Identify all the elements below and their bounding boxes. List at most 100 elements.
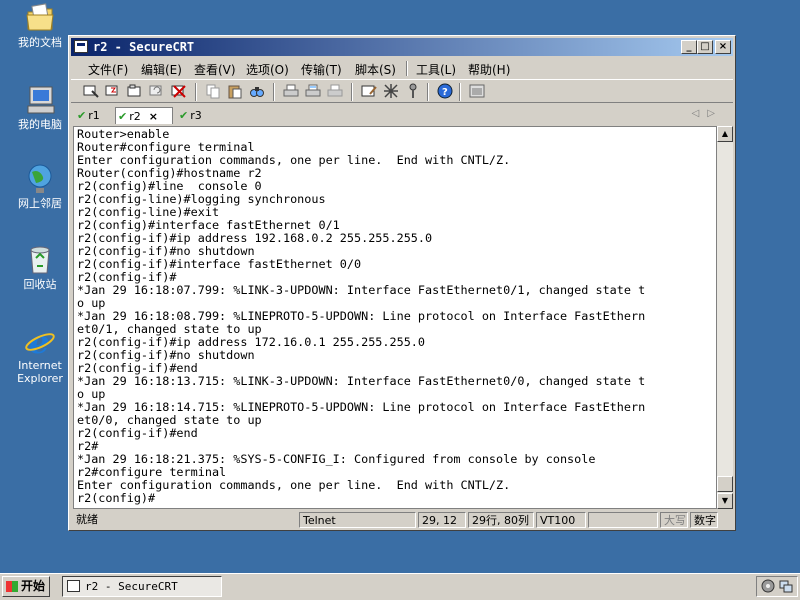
taskbar: 开始 r2 - SecureCRT bbox=[0, 573, 800, 600]
menu-help[interactable]: 帮助(H) bbox=[468, 61, 510, 78]
terminal-line: r2# bbox=[77, 439, 99, 453]
print-icon[interactable] bbox=[283, 83, 299, 99]
quick-connect-icon[interactable] bbox=[105, 83, 121, 99]
menu-script[interactable]: 脚本(S) bbox=[355, 61, 396, 78]
toolbar: ? bbox=[71, 79, 733, 103]
desktop-icon-label: 我的文档 bbox=[18, 36, 62, 49]
terminal-line: r2(config)#line console 0 bbox=[77, 179, 262, 193]
minimize-button[interactable]: _ bbox=[681, 40, 697, 54]
desktop-icon-recycle-bin[interactable]: 回收站 bbox=[10, 244, 70, 291]
status-blank bbox=[588, 512, 658, 528]
terminal-line: *Jan 29 16:18:07.799: %LINK-3-UPDOWN: In… bbox=[77, 283, 646, 297]
tab-scroll-arrows-icon[interactable]: ◁▷ bbox=[692, 108, 723, 119]
terminal-line: r2(config)#interface fastEthernet 0/1 bbox=[77, 218, 340, 232]
print-setup-icon[interactable] bbox=[327, 83, 343, 99]
terminal-line: r2(config-if)#interface fastEthernet 0/0 bbox=[77, 257, 362, 271]
svg-text:?: ? bbox=[442, 87, 448, 98]
window-title: r2 - SecureCRT bbox=[93, 40, 195, 54]
volume-icon[interactable] bbox=[761, 579, 775, 596]
scroll-up-icon[interactable]: ▲ bbox=[717, 126, 733, 142]
scrollbar-thumb[interactable] bbox=[717, 476, 733, 492]
tab-r3[interactable]: ✔ r3 bbox=[179, 107, 215, 124]
system-tray bbox=[756, 576, 798, 597]
toolbar-separator bbox=[459, 83, 461, 101]
tab-r2[interactable]: ✔ r2 × bbox=[115, 107, 173, 124]
terminal-line: r2(config)# bbox=[77, 491, 156, 505]
start-label: 开始 bbox=[21, 579, 46, 593]
desktop-icon-internet-explorer[interactable]: e Internet Explorer bbox=[10, 323, 70, 385]
toolbar-separator bbox=[273, 83, 275, 101]
status-num-lock: 数字 bbox=[690, 512, 718, 528]
desktop-icon-label: 回收站 bbox=[23, 278, 57, 291]
copy-icon[interactable] bbox=[205, 83, 221, 99]
desktop-icon-my-computer[interactable]: 我的电脑 bbox=[10, 84, 70, 131]
menu-options[interactable]: 选项(O) bbox=[246, 61, 289, 78]
terminal-line: o up bbox=[77, 387, 106, 401]
terminal-line: r2(config-if)#ip address 172.16.0.1 255.… bbox=[77, 335, 426, 349]
menu-view[interactable]: 查看(V) bbox=[194, 61, 236, 78]
terminal-line: r2(config-if)#ip address 192.168.0.2 255… bbox=[77, 231, 433, 245]
taskbar-button-label: r2 - SecureCRT bbox=[85, 580, 178, 593]
status-caps-lock: 大写 bbox=[660, 512, 688, 528]
desktop-icon-label: 网上邻居 bbox=[18, 197, 62, 210]
session-options-icon[interactable] bbox=[361, 83, 377, 99]
windows-flag-icon bbox=[6, 581, 18, 592]
find-icon[interactable] bbox=[249, 83, 265, 99]
desktop-icon-my-documents[interactable]: 我的文档 bbox=[10, 2, 70, 49]
terminal-line: r2(config-if)#no shutdown bbox=[77, 244, 255, 258]
global-options-icon[interactable] bbox=[383, 83, 399, 99]
terminal-line: r2(config-if)#no shutdown bbox=[77, 348, 255, 362]
terminal-line: et0/1, changed state to up bbox=[77, 322, 262, 336]
desktop-icon-network-places[interactable]: 网上邻居 bbox=[10, 163, 70, 210]
terminal-line: r2(config-line)#logging synchronous bbox=[77, 192, 326, 206]
terminal-line: r2(config-if)#end bbox=[77, 426, 198, 440]
status-emulation: VT100 bbox=[536, 512, 586, 528]
start-button[interactable]: 开始 bbox=[2, 576, 50, 597]
status-bar: 就绪 Telnet 29, 12 29行, 80列 VT100 大写 数字 bbox=[71, 511, 733, 529]
menu-transfer[interactable]: 传输(T) bbox=[301, 61, 342, 78]
tab-close-icon[interactable]: × bbox=[149, 110, 158, 123]
terminal-line: *Jan 29 16:18:21.375: %SYS-5-CONFIG_I: C… bbox=[77, 452, 596, 466]
toolbar-separator bbox=[351, 83, 353, 101]
recycle-bin-icon bbox=[24, 244, 56, 276]
internet-explorer-icon: e bbox=[24, 323, 56, 361]
network-status-icon[interactable] bbox=[779, 579, 793, 596]
desktop-icon-label: 我的电脑 bbox=[18, 118, 62, 131]
terminal-scrollbar[interactable]: ▲ ▼ bbox=[717, 126, 733, 509]
help-icon[interactable]: ? bbox=[437, 83, 453, 99]
desktop-icon-label: Internet Explorer bbox=[17, 359, 63, 385]
tab-label: r3 bbox=[190, 109, 202, 122]
paste-icon[interactable] bbox=[227, 83, 243, 99]
taskbar-button-securecrt[interactable]: r2 - SecureCRT bbox=[62, 576, 222, 597]
terminal-line: *Jan 29 16:18:13.715: %LINK-3-UPDOWN: In… bbox=[77, 374, 646, 388]
window-titlebar[interactable]: r2 - SecureCRT _ □ × bbox=[71, 38, 733, 56]
menu-file[interactable]: 文件(F) bbox=[88, 61, 128, 78]
maximize-button[interactable]: □ bbox=[697, 40, 713, 54]
connected-check-icon: ✔ bbox=[77, 109, 87, 122]
tab-r1[interactable]: ✔ r1 bbox=[77, 107, 113, 124]
terminal-output[interactable]: Router>enable Router#configure terminal … bbox=[73, 126, 717, 509]
status-protocol: Telnet bbox=[299, 512, 416, 528]
connect-tab-icon[interactable] bbox=[127, 83, 143, 99]
menu-separator bbox=[406, 61, 408, 76]
terminal-line: r2(config-line)#exit bbox=[77, 205, 220, 219]
disconnect-icon[interactable] bbox=[171, 83, 187, 99]
status-cursor-position: 29, 12 bbox=[418, 512, 466, 528]
close-button[interactable]: × bbox=[715, 40, 731, 54]
sftp-icon[interactable] bbox=[469, 83, 485, 99]
securecrt-app-icon bbox=[67, 580, 80, 592]
tab-label: r2 bbox=[129, 110, 141, 123]
terminal-line: Router#configure terminal bbox=[77, 140, 255, 154]
keymap-icon[interactable] bbox=[405, 83, 421, 99]
reconnect-icon[interactable] bbox=[149, 83, 165, 99]
menu-edit[interactable]: 编辑(E) bbox=[141, 61, 182, 78]
connect-icon[interactable] bbox=[83, 83, 99, 99]
terminal-line: *Jan 29 16:18:14.715: %LINEPROTO-5-UPDOW… bbox=[77, 400, 646, 414]
scroll-down-icon[interactable]: ▼ bbox=[717, 493, 733, 509]
print-selection-icon[interactable] bbox=[305, 83, 321, 99]
my-documents-icon bbox=[24, 2, 56, 34]
terminal-line: Router(config)#hostname r2 bbox=[77, 166, 262, 180]
session-tab-bar: ✔ r1 ✔ r2 × ✔ r3 ◁▷ bbox=[71, 105, 733, 125]
menu-tools[interactable]: 工具(L) bbox=[416, 61, 456, 78]
terminal-line: *Jan 29 16:18:08.799: %LINEPROTO-5-UPDOW… bbox=[77, 309, 646, 323]
